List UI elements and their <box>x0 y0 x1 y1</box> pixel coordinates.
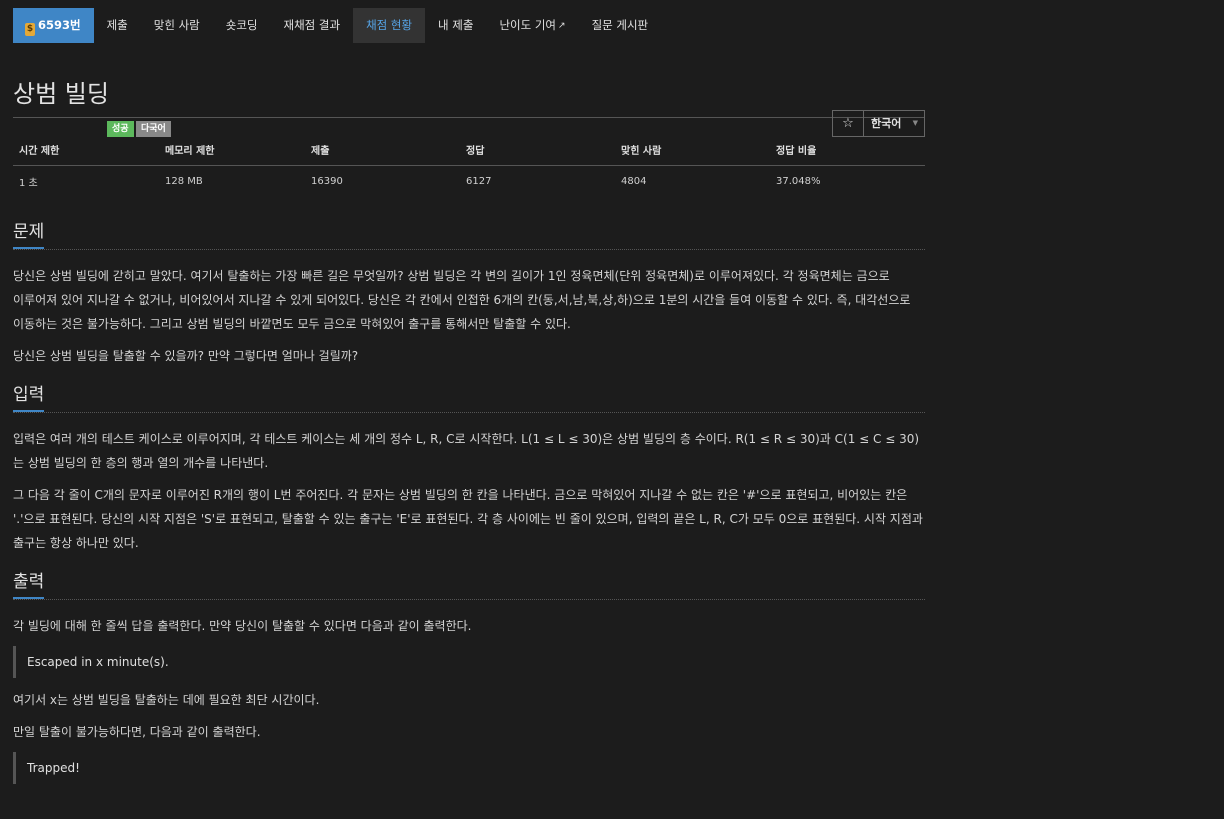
submission-count: 16390 <box>311 176 343 187</box>
output-note: 여기서 x는 상범 빌딩을 탈출하는 데에 필요한 최단 시간이다. <box>13 693 320 707</box>
output-description: 각 빌딩에 대해 한 줄씩 답을 출력한다. 만약 당신이 탈출할 수 있다면 … <box>13 619 472 633</box>
column-header: 시간 제한 <box>13 136 159 166</box>
tab-rejudge-results[interactable]: 재채점 결과 <box>271 8 354 43</box>
coin-icon: $ <box>25 23 35 36</box>
solved-users-count: 4804 <box>621 176 647 187</box>
star-icon: ☆ <box>842 116 854 131</box>
tab-question-board[interactable]: 질문 게시판 <box>579 8 662 43</box>
output-sample-trapped: Trapped! <box>13 752 925 784</box>
problem-description: 당신은 상범 빌딩에 갇히고 말았다. 여기서 탈출하는 가장 빠른 길은 무엇… <box>13 269 911 331</box>
external-link-icon: ↗ <box>558 21 566 31</box>
column-header: 정답 <box>460 136 615 166</box>
problem-question: 당신은 상범 빌딩을 탈출할 수 있을까? 만약 그렇다면 얼마나 걸릴까? <box>13 349 359 363</box>
problem-menu: $6593번 제출 맞힌 사람 숏코딩 재채점 결과 채점 현황 내 제출 난이… <box>13 8 925 43</box>
status-badge: 성공 <box>107 121 134 137</box>
section-heading: 입력 <box>13 380 925 413</box>
output-sample-escaped: Escaped in x minute(s). <box>13 646 925 678</box>
title-buttons: ☆ 한국어 ▼ <box>832 110 925 137</box>
input-format: 그 다음 각 줄이 C개의 문자로 이루어진 R개의 행이 L번 주어진다. 각… <box>13 488 923 550</box>
column-header: 제출 <box>305 136 460 166</box>
section-heading: 문제 <box>13 217 925 250</box>
tab-difficulty-contribution[interactable]: 난이도 기여 ↗ <box>486 8 578 43</box>
star-button[interactable]: ☆ <box>833 111 864 136</box>
table-header-row: 시간 제한 메모리 제한 제출 정답 맞힌 사람 정답 비율 <box>13 136 925 166</box>
memory-limit: 128 MB <box>165 176 203 187</box>
section-heading: 출력 <box>13 567 925 600</box>
caret-down-icon: ▼ <box>912 119 918 127</box>
problem-page: $6593번 제출 맞힌 사람 숏코딩 재채점 결과 채점 현황 내 제출 난이… <box>13 8 925 784</box>
tab-status[interactable]: 채점 현황 <box>353 8 426 43</box>
problem-section: 문제 당신은 상범 빌딩에 갇히고 말았다. 여기서 탈출하는 가장 빠른 길은… <box>13 217 925 368</box>
language-select[interactable]: 한국어 ▼ <box>864 111 924 136</box>
tab-solved-users[interactable]: 맞힌 사람 <box>141 8 213 43</box>
input-description: 입력은 여러 개의 테스트 케이스로 이루어지며, 각 테스트 케이스는 세 개… <box>13 432 920 470</box>
output-section: 출력 각 빌딩에 대해 한 줄씩 답을 출력한다. 만약 당신이 탈출할 수 있… <box>13 567 925 784</box>
multilang-badge: 다국어 <box>136 121 171 137</box>
column-header: 메모리 제한 <box>159 136 305 166</box>
accepted-ratio: 37.048% <box>776 176 821 187</box>
output-trapped-description: 만일 탈출이 불가능하다면, 다음과 같이 출력한다. <box>13 725 261 739</box>
problem-info-table: 시간 제한 메모리 제한 제출 정답 맞힌 사람 정답 비율 1 초 128 M… <box>13 136 925 197</box>
title-row: 상범 빌딩 성공 다국어 ☆ 한국어 ▼ <box>13 43 925 137</box>
tab-short-coding[interactable]: 숏코딩 <box>213 8 271 43</box>
page-title: 상범 빌딩 <box>13 80 109 108</box>
time-limit: 1 초 <box>19 178 38 189</box>
tab-problem-number[interactable]: $6593번 <box>13 8 94 43</box>
accepted-count: 6127 <box>466 176 492 187</box>
tab-submit[interactable]: 제출 <box>94 8 141 43</box>
column-header: 정답 비율 <box>770 136 925 166</box>
column-header: 맞힌 사람 <box>615 136 770 166</box>
input-section: 입력 입력은 여러 개의 테스트 케이스로 이루어지며, 각 테스트 케이스는 … <box>13 380 925 555</box>
tab-my-submissions[interactable]: 내 제출 <box>425 8 486 43</box>
table-row: 1 초 128 MB 16390 6127 4804 37.048% <box>13 166 925 198</box>
